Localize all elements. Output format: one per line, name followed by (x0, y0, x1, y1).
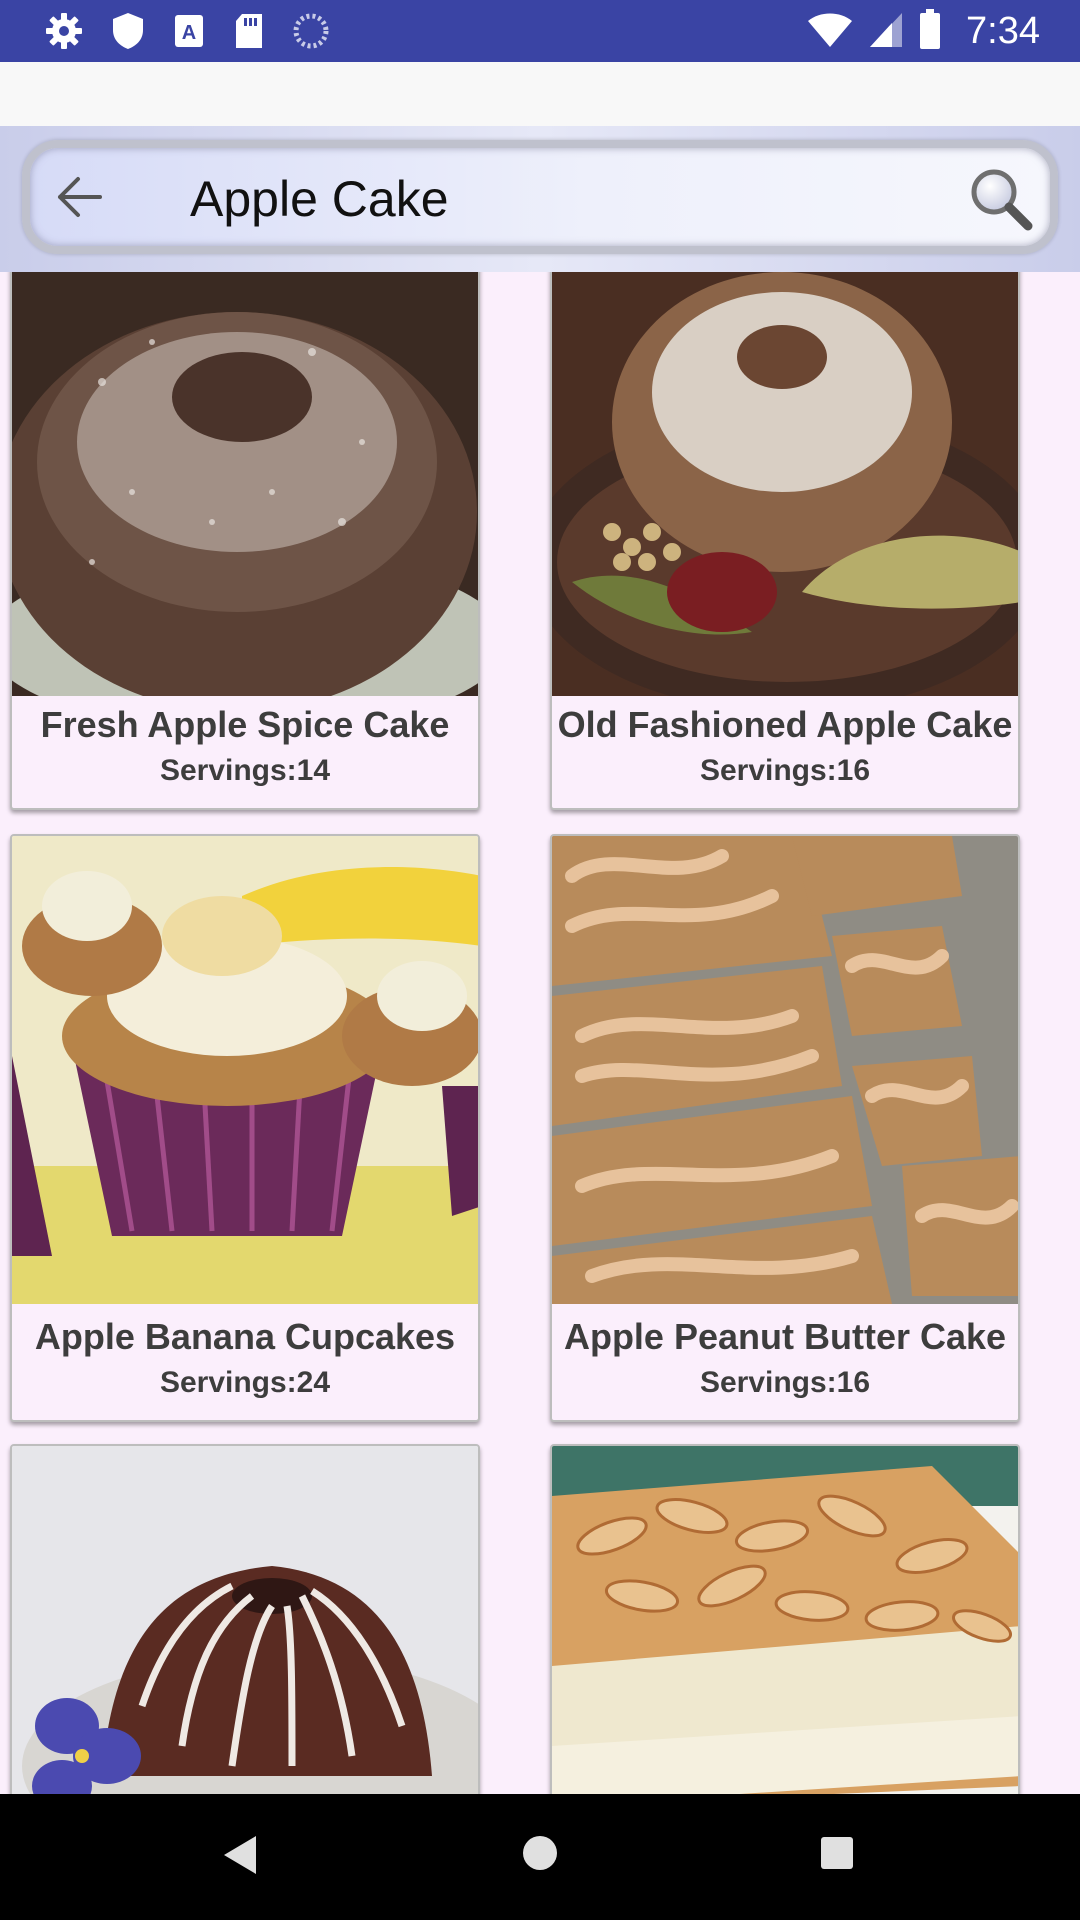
search-icon[interactable] (966, 164, 1034, 232)
sd-card-icon (232, 11, 266, 51)
signal-icon (868, 9, 904, 54)
search-box[interactable]: Apple Cake (22, 140, 1058, 254)
recipe-image (12, 1446, 478, 1794)
recipe-image (552, 836, 1018, 1304)
recipe-title: Apple Banana Cupcakes (34, 1316, 456, 1357)
recipe-card[interactable] (550, 1444, 1020, 1794)
recipe-servings: Servings:16 (699, 1366, 871, 1399)
recipe-card[interactable]: Fresh Apple Spice Cake Servings:14 (10, 272, 480, 810)
recipe-servings: Servings:14 (159, 754, 331, 787)
search-header: Apple Cake (0, 126, 1080, 272)
status-icons-right: 7:34 (806, 8, 1040, 54)
keyboard-a-icon: A (172, 11, 206, 51)
recipe-servings: Servings:16 (699, 754, 871, 787)
recipe-image (552, 1446, 1018, 1794)
navigation-bar (0, 1794, 1080, 1920)
status-bar: A 7:34 (0, 0, 1080, 62)
recipe-title: Old Fashioned Apple Cake (557, 704, 1013, 745)
nav-back-icon[interactable] (222, 1834, 258, 1881)
recipe-title: Apple Peanut Butter Cake (563, 1316, 1007, 1357)
toolbar-space (0, 62, 1080, 126)
nav-home-icon[interactable] (521, 1834, 559, 1877)
loading-icon (292, 12, 330, 50)
recipe-card[interactable]: Old Fashioned Apple Cake Servings:16 (550, 272, 1020, 810)
clock: 7:34 (966, 9, 1040, 52)
search-query[interactable]: Apple Cake (190, 170, 449, 228)
nav-recent-apps-icon[interactable] (820, 1836, 854, 1875)
recipe-servings: Servings:24 (159, 1366, 331, 1399)
status-icons-left: A (44, 10, 330, 52)
recipe-card[interactable] (10, 1444, 480, 1794)
recipe-card[interactable]: Apple Peanut Butter Cake Servings:16 (550, 834, 1020, 1422)
svg-text:A: A (182, 22, 196, 44)
recipe-image (552, 272, 1018, 712)
recipe-image (12, 272, 478, 732)
recipe-title: Fresh Apple Spice Cake (40, 704, 450, 745)
recipe-grid: Fresh Apple Spice Cake Servings:14 Old F… (0, 272, 1080, 1794)
recipe-image (12, 836, 478, 1304)
back-arrow-icon[interactable] (56, 174, 104, 220)
shield-icon (110, 11, 146, 51)
battery-icon (918, 8, 942, 55)
settings-icon (44, 11, 84, 51)
wifi-icon (806, 9, 854, 54)
recipe-card[interactable]: Apple Banana Cupcakes Servings:24 (10, 834, 480, 1422)
